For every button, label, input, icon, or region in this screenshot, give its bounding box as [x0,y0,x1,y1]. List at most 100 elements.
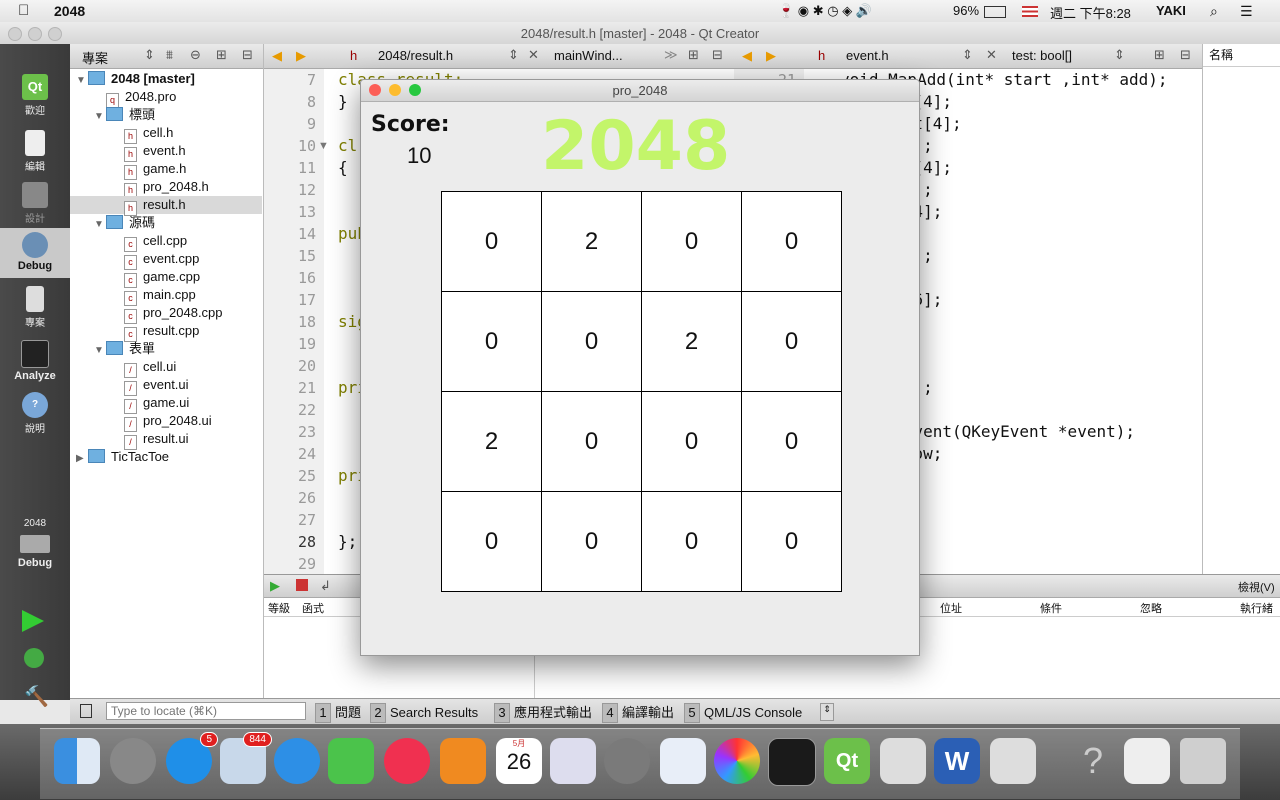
tree-item[interactable]: ▶ TicTacToe [70,448,262,466]
preview-icon[interactable] [660,738,706,784]
pane-dropdown-chevron-icon[interactable]: ⇕ [144,47,155,63]
output-tab[interactable]: 4 編譯輸出 [602,703,674,723]
project-pane-title[interactable]: 專案 [82,48,108,67]
code-line[interactable]: { [338,157,348,179]
kit-selector[interactable]: 2048 Debug [0,518,70,569]
mode-design[interactable]: 設計 [0,182,70,225]
code-line[interactable]: cl [338,135,357,157]
split-icon[interactable]: ⊞ [216,47,227,63]
launchpad-icon[interactable] [110,738,156,784]
locator-input[interactable] [106,702,306,720]
fold-marker-icon[interactable]: ▼ [318,140,329,152]
symbol-dropdown-chevron-icon[interactable]: ⇕ [1114,47,1125,63]
column-header[interactable]: 忽略 [1140,600,1162,616]
clock[interactable]: 週二 下午8:28 [1050,3,1131,22]
tree-item[interactable]: c result.cpp [70,322,262,342]
tree-item[interactable]: c main.cpp [70,286,262,306]
finder-icon[interactable] [54,738,100,784]
overflow-icon[interactable]: ≫ [664,47,678,63]
mode-debug[interactable]: Debug [0,228,70,278]
file-tab[interactable]: event.h [846,48,889,63]
tree-item[interactable]: / game.ui [70,394,262,414]
xcode-document-icon[interactable] [880,738,926,784]
tree-item[interactable]: ▼ 標頭 [70,106,262,124]
mode-analyze[interactable]: Analyze [0,340,70,382]
user-name[interactable]: YAKI [1156,3,1186,18]
output-tab[interactable]: 3 應用程式輸出 [494,703,592,723]
tree-item[interactable]: / result.ui [70,430,262,450]
close-file-icon[interactable]: ✕ [528,47,539,63]
spotlight-search-icon[interactable]: ⌕ [1210,3,1218,20]
code-line[interactable]: }; [338,531,357,553]
app-menu-name[interactable]: 2048 [54,3,85,19]
tree-item[interactable]: ▼ 2048 [master] [70,70,262,88]
script-editor-icon[interactable] [550,738,596,784]
code-line[interactable]: } [338,91,348,113]
filter-icon[interactable]: ⩩ [166,47,173,63]
close-split-icon[interactable]: ⊟ [1180,47,1191,63]
tree-item[interactable]: / cell.ui [70,358,262,378]
unknown-app-icon[interactable]: ? [1070,738,1116,784]
nav-back-icon[interactable]: ◀ [272,48,282,64]
mode-projects[interactable]: 專案 [0,286,70,329]
nav-forward-icon[interactable]: ▶ [296,48,306,64]
output-tab[interactable]: 2 Search Results [370,703,478,723]
column-header[interactable]: 等級 [268,600,290,616]
tree-item[interactable]: c event.cpp [70,250,262,270]
symbol-dropdown[interactable]: mainWind... [554,48,623,63]
close-split-icon[interactable]: ⊟ [712,47,723,63]
column-header[interactable]: 執行緒 [1240,600,1273,616]
tree-item[interactable]: ▼ 表單 [70,340,262,358]
tree-item[interactable]: c cell.cpp [70,232,262,252]
mode-welcome[interactable]: Qt 歡迎 [0,74,70,117]
tree-item[interactable]: ▼ 源碼 [70,214,262,232]
xcode-document-icon[interactable] [990,738,1036,784]
tree-item[interactable]: c game.cpp [70,268,262,288]
apple-menu-icon[interactable]:  [18,2,29,19]
mail-icon[interactable]: 844 [220,732,272,784]
calendar-icon[interactable]: 5月 26 [496,738,542,784]
notification-center-icon[interactable]: ☰ [1240,3,1253,20]
flag-icon[interactable] [1022,6,1038,17]
tree-item[interactable]: c pro_2048.cpp [70,304,262,324]
continue-icon[interactable]: ▶ [270,578,280,594]
tree-item[interactable]: q 2048.pro [70,88,262,108]
tree-item[interactable]: / event.ui [70,376,262,396]
tree-item[interactable]: h result.h [70,196,262,216]
toggle-sidebar-icon[interactable] [80,704,92,718]
mode-edit[interactable]: 編輯 [0,130,70,173]
file-dropdown-chevron-icon[interactable]: ⇕ [508,47,519,63]
column-header[interactable]: 位址 [940,600,962,616]
activity-monitor-icon[interactable] [768,738,816,786]
file-dropdown-chevron-icon[interactable]: ⇕ [962,47,973,63]
ibooks-icon[interactable] [440,738,486,784]
file-tab[interactable]: 2048/result.h [378,48,453,63]
tree-item[interactable]: h event.h [70,142,262,162]
view-menu[interactable]: 檢視(V) [1238,579,1275,595]
output-tab[interactable]: 5 QML/JS Console [684,703,802,723]
app-store-icon[interactable]: 5 [166,732,218,784]
column-header[interactable]: 條件 [1040,600,1062,616]
build-hammer-icon[interactable]: 🔨 [24,684,49,708]
tree-item[interactable]: h pro_2048.h [70,178,262,198]
trash-icon[interactable] [1180,738,1226,784]
facetime-icon[interactable] [328,738,374,784]
qt-creator-icon[interactable]: Qt [824,738,870,784]
documents-stack-icon[interactable] [1124,738,1170,784]
output-dropdown-chevron-icon[interactable]: ⇕ [820,703,834,721]
mode-help[interactable]: ? 說明 [0,392,70,435]
start-debugging-icon[interactable] [24,648,44,668]
close-pane-icon[interactable]: ⊟ [242,47,253,63]
symbol-dropdown[interactable]: test: bool[] [1012,48,1072,63]
system-preferences-icon[interactable] [604,738,650,784]
output-tab[interactable]: 1 問題 [315,703,361,723]
split-editor-icon[interactable]: ⊞ [688,47,699,63]
tree-item[interactable]: h cell.h [70,124,262,144]
tree-item[interactable]: / pro_2048.ui [70,412,262,432]
photos-icon[interactable] [714,738,760,784]
stop-icon[interactable] [296,579,308,591]
safari-icon[interactable] [274,738,320,784]
tree-item[interactable]: h game.h [70,160,262,180]
itunes-icon[interactable] [384,738,430,784]
close-file-icon[interactable]: ✕ [986,47,997,63]
